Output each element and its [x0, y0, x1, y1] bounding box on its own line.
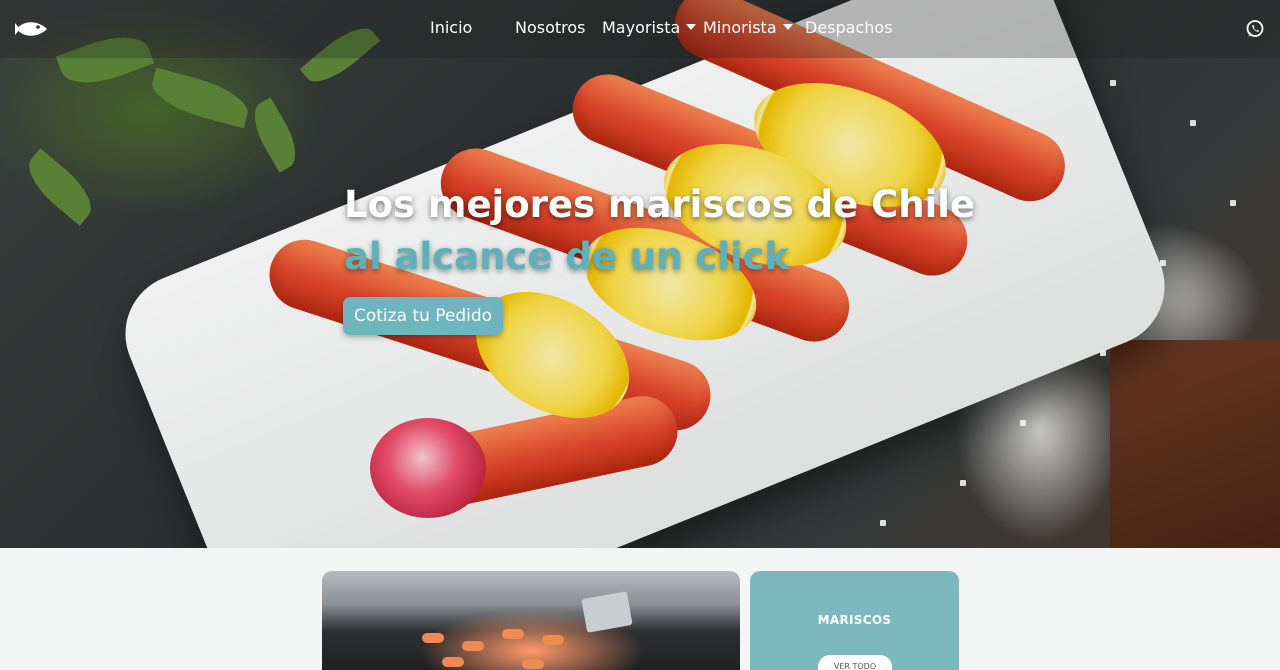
- nav-minorista-dropdown[interactable]: Minorista: [703, 18, 793, 37]
- nav-nosotros[interactable]: Nosotros: [515, 18, 586, 37]
- spatula: [581, 591, 633, 633]
- hero-subheadline: al alcance de un click: [344, 235, 790, 278]
- top-navbar: Inicio Nosotros Mayorista Minorista Desp…: [0, 0, 1280, 58]
- caret-down-icon: [782, 24, 793, 30]
- nav-despachos[interactable]: Despachos: [805, 18, 893, 37]
- quote-order-button[interactable]: Cotiza tu Pedido: [343, 297, 504, 335]
- category-card-mariscos: MARISCOS VER TODO: [750, 571, 959, 670]
- grilled-seafood: [502, 629, 524, 639]
- grilled-seafood: [442, 657, 464, 667]
- grilled-seafood: [522, 659, 544, 669]
- nav-inicio[interactable]: Inicio: [430, 18, 472, 37]
- grilled-seafood: [542, 635, 564, 645]
- nav-mayorista-dropdown[interactable]: Mayorista: [602, 18, 697, 37]
- fish-icon[interactable]: [14, 17, 50, 41]
- grill-photo-card[interactable]: [322, 571, 740, 670]
- nav-minorista-label: Minorista: [703, 18, 777, 37]
- whatsapp-icon[interactable]: [1245, 19, 1265, 39]
- grilled-seafood: [422, 633, 444, 643]
- category-title: MARISCOS: [817, 613, 892, 627]
- caret-down-icon: [686, 24, 697, 30]
- hero-headline: Los mejores mariscos de Chile: [344, 183, 976, 226]
- view-all-button[interactable]: VER TODO: [818, 655, 892, 670]
- nav-mayorista-label: Mayorista: [602, 18, 681, 37]
- grilled-seafood: [462, 641, 484, 651]
